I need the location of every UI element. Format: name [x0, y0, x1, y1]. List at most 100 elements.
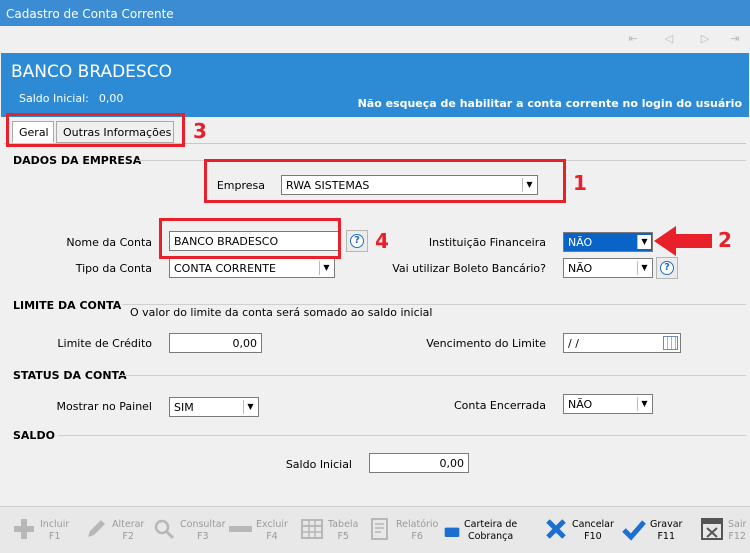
annotation-box-3 [6, 113, 185, 147]
mostrar-painel-label: Mostrar no Painel [56, 400, 152, 413]
section-status-conta: STATUS DA CONTA [13, 369, 127, 382]
annotation-box-1 [204, 159, 566, 203]
previous-record-icon[interactable]: ◁ [662, 32, 676, 46]
annotation-number-1: 1 [573, 171, 587, 195]
alterar-key: F2 [122, 531, 134, 542]
tipo-conta-label: Tipo da Conta [75, 262, 152, 275]
chevron-down-icon[interactable]: ▼ [243, 400, 257, 414]
section-divider [118, 375, 746, 376]
cancelar-button[interactable]: Cancelar F10 [544, 515, 616, 549]
consultar-button[interactable]: Consultar F3 [152, 515, 226, 549]
last-record-icon[interactable]: ⇥ [728, 32, 742, 46]
excluir-button[interactable]: Excluir F4 [228, 515, 290, 549]
mostrar-painel-value: SIM [174, 401, 194, 414]
relatorio-label: Relatório [396, 519, 439, 530]
cancelar-key: F10 [584, 531, 602, 542]
incluir-key: F1 [48, 531, 61, 542]
window-title-bar: Cadastro de Conta Corrente [0, 0, 750, 26]
gravar-key: F11 [657, 531, 675, 542]
boleto-help-button[interactable]: ? [656, 257, 678, 279]
excluir-key: F4 [266, 531, 278, 542]
limite-credito-label: Limite de Crédito [57, 337, 152, 350]
next-record-icon[interactable]: ▷ [698, 32, 712, 46]
checkmark-icon [622, 520, 646, 541]
incluir-button[interactable]: Incluir F1 [12, 515, 74, 549]
limite-credito-value: 0,00 [232, 337, 258, 350]
vencimento-label: Vencimento do Limite [426, 337, 546, 350]
chevron-down-icon[interactable]: ▼ [637, 397, 651, 411]
instituicao-value: NÃO [568, 236, 593, 249]
chevron-down-icon[interactable]: ▼ [319, 261, 333, 275]
vencimento-input[interactable]: / / [563, 333, 681, 353]
tabela-key: F5 [337, 531, 349, 542]
saldo-inicial-value: 0,00 [439, 457, 465, 470]
header-saldo-label: Saldo Inicial: [19, 92, 89, 105]
conta-encerrada-label: Conta Encerrada [454, 399, 546, 412]
section-dados-empresa: DADOS DA EMPRESA [13, 154, 142, 167]
limite-note: O valor do limite da conta será somado a… [130, 306, 433, 319]
record-navigation: ⇤ ◁ ▷ ⇥ [0, 26, 750, 52]
first-record-icon[interactable]: ⇤ [626, 32, 640, 46]
tipo-conta-select[interactable]: CONTA CORRENTE ▼ [169, 258, 335, 278]
gravar-button[interactable]: Gravar F11 [622, 515, 684, 549]
section-limite-conta: LIMITE DA CONTA [13, 299, 122, 312]
instituicao-select[interactable]: NÃO ▼ [563, 232, 653, 252]
relatorio-button[interactable]: Relatório F6 [368, 515, 439, 549]
login-notice: Não esqueça de habilitar a conta corrent… [357, 97, 742, 110]
gravar-label: Gravar [650, 519, 683, 530]
nome-conta-label: Nome da Conta [66, 236, 152, 249]
boleto-select[interactable]: NÃO ▼ [563, 258, 653, 278]
annotation-number-4: 4 [375, 229, 389, 253]
cancelar-label: Cancelar [572, 519, 614, 530]
annotation-arrow [654, 226, 712, 256]
incluir-label: Incluir [40, 519, 70, 530]
chevron-down-icon[interactable]: ▼ [637, 235, 651, 249]
excluir-label: Excluir [256, 519, 288, 530]
exit-icon [701, 518, 723, 540]
annotation-number-3: 3 [193, 119, 207, 143]
section-divider [58, 435, 746, 436]
vencimento-value: / / [568, 337, 579, 350]
sair-button[interactable]: Sair F12 [700, 515, 748, 549]
table-icon [301, 519, 323, 539]
nome-conta-help-button[interactable]: ? [346, 230, 368, 252]
mostrar-painel-select[interactable]: SIM ▼ [169, 397, 259, 417]
window-title: Cadastro de Conta Corrente [6, 7, 174, 21]
wallet-icon [444, 527, 460, 537]
section-divider [122, 304, 746, 305]
relatorio-key: F6 [411, 531, 423, 542]
annotation-number-2: 2 [718, 228, 732, 252]
boleto-label: Vai utilizar Boleto Bancário? [392, 262, 546, 275]
calendar-icon[interactable] [663, 336, 678, 350]
minus-icon [229, 526, 252, 532]
carteira-label-2: Cobrança [467, 531, 514, 542]
sair-label: Sair [728, 519, 747, 530]
header-saldo: Saldo Inicial: 0,00 [19, 92, 123, 105]
pencil-icon [88, 520, 105, 537]
carteira-cobranca-button[interactable]: Carteira de Cobrança [442, 515, 522, 549]
consultar-label: Consultar [180, 519, 226, 530]
sair-key: F12 [728, 531, 746, 542]
bank-name-title: BANCO BRADESCO [11, 62, 172, 82]
tabela-button[interactable]: Tabela F5 [300, 515, 360, 549]
action-toolbar: Incluir F1 Alterar F2 Consultar F3 Excluir F… [0, 506, 750, 553]
conta-encerrada-select[interactable]: NÃO ▼ [563, 394, 653, 414]
saldo-inicial-input[interactable]: 0,00 [369, 453, 469, 473]
cancel-x-icon [546, 519, 566, 539]
question-icon: ? [350, 234, 364, 248]
tabela-label: Tabela [328, 519, 359, 530]
plus-icon [14, 519, 34, 539]
header-saldo-value: 0,00 [98, 92, 124, 105]
annotation-box-4 [159, 218, 341, 259]
chevron-down-icon[interactable]: ▼ [637, 261, 651, 275]
limite-credito-input[interactable]: 0,00 [169, 333, 262, 353]
alterar-button[interactable]: Alterar F2 [84, 515, 146, 549]
boleto-value: NÃO [568, 262, 593, 275]
saldo-inicial-label: Saldo Inicial [285, 458, 352, 471]
conta-encerrada-value: NÃO [568, 398, 593, 411]
tipo-conta-value: CONTA CORRENTE [174, 262, 276, 275]
consultar-key: F3 [197, 531, 209, 542]
question-icon: ? [660, 261, 674, 275]
section-saldo: SALDO [13, 429, 55, 442]
carteira-label: Carteira de [464, 519, 518, 530]
